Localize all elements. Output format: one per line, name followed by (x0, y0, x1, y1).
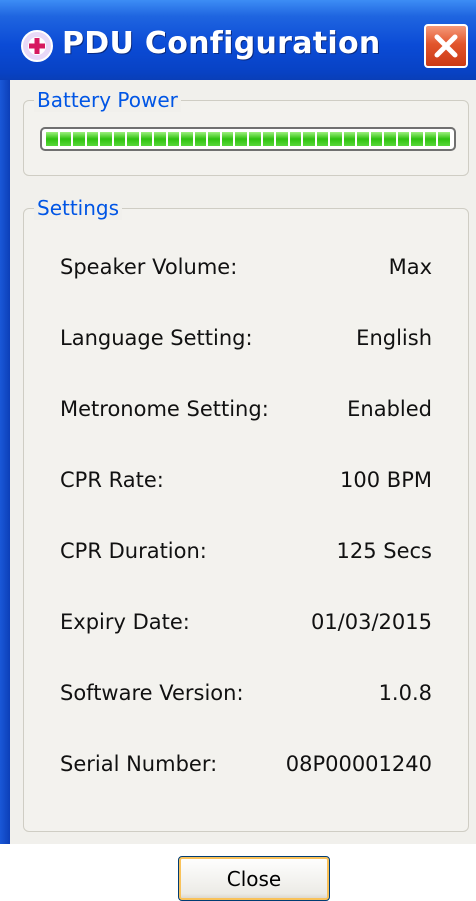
battery-segment (303, 132, 315, 146)
battery-level-bar (40, 127, 456, 151)
battery-segment (248, 132, 261, 146)
software-version-value: 1.0.8 (378, 681, 432, 705)
window-left-border (0, 80, 10, 844)
battery-segment (127, 132, 139, 146)
battery-segment (370, 132, 383, 146)
battery-power-group: Battery Power (23, 88, 469, 176)
speaker-volume-label: Speaker Volume: (60, 255, 238, 279)
cpr-rate-label: CPR Rate: (60, 468, 164, 492)
battery-segment (343, 132, 356, 146)
battery-segment (289, 132, 302, 146)
battery-segment (384, 132, 396, 146)
battery-segment (100, 132, 112, 146)
battery-segment (86, 132, 99, 146)
expiry-date-value: 01/03/2015 (310, 610, 432, 634)
battery-level-fill (46, 132, 450, 146)
settings-group: Settings Speaker Volume: Max Language Se… (23, 196, 469, 832)
battery-segment (221, 132, 234, 146)
expiry-date-label: Expiry Date: (60, 610, 190, 634)
title-bar[interactable]: PDU Configuration (0, 0, 476, 90)
serial-number-label: Serial Number: (60, 752, 218, 776)
battery-segment (59, 132, 72, 146)
battery-power-legend: Battery Power (34, 88, 181, 112)
metronome-setting-value: Enabled (347, 397, 432, 421)
software-version-label: Software Version: (60, 681, 244, 705)
battery-segment (330, 132, 342, 146)
cpr-rate-value: 100 BPM (340, 468, 432, 492)
app-logo-icon (21, 30, 53, 62)
language-setting-value: English (356, 326, 432, 350)
battery-segment (262, 132, 275, 146)
cpr-duration-label: CPR Duration: (60, 539, 207, 563)
battery-segment (438, 132, 450, 146)
battery-segment (73, 132, 85, 146)
battery-segment (357, 132, 369, 146)
speaker-volume-value: Max (388, 255, 432, 279)
window-title: PDU Configuration (62, 26, 381, 61)
battery-segment (154, 132, 166, 146)
battery-segment (208, 132, 220, 146)
battery-segment (167, 132, 180, 146)
battery-segment (46, 132, 58, 146)
settings-legend: Settings (34, 196, 123, 220)
battery-segment (316, 132, 329, 146)
battery-segment (140, 132, 153, 146)
close-window-button[interactable] (424, 24, 468, 68)
battery-segment (194, 132, 207, 146)
battery-segment (424, 132, 437, 146)
battery-segment (235, 132, 247, 146)
battery-segment (181, 132, 193, 146)
cpr-duration-value: 125 Secs (336, 539, 433, 563)
serial-number-value: 08P00001240 (285, 752, 432, 776)
battery-segment (411, 132, 423, 146)
battery-segment (113, 132, 126, 146)
pdu-configuration-window: PDU Configuration Battery Power Settings… (0, 0, 476, 901)
battery-segment (397, 132, 410, 146)
language-setting-label: Language Setting: (60, 326, 253, 350)
dialog-body: Battery Power Settings Speaker Volume: M… (10, 80, 476, 901)
battery-segment (276, 132, 288, 146)
close-icon (434, 34, 458, 58)
close-button[interactable]: Close (178, 856, 330, 901)
metronome-setting-label: Metronome Setting: (60, 397, 269, 421)
